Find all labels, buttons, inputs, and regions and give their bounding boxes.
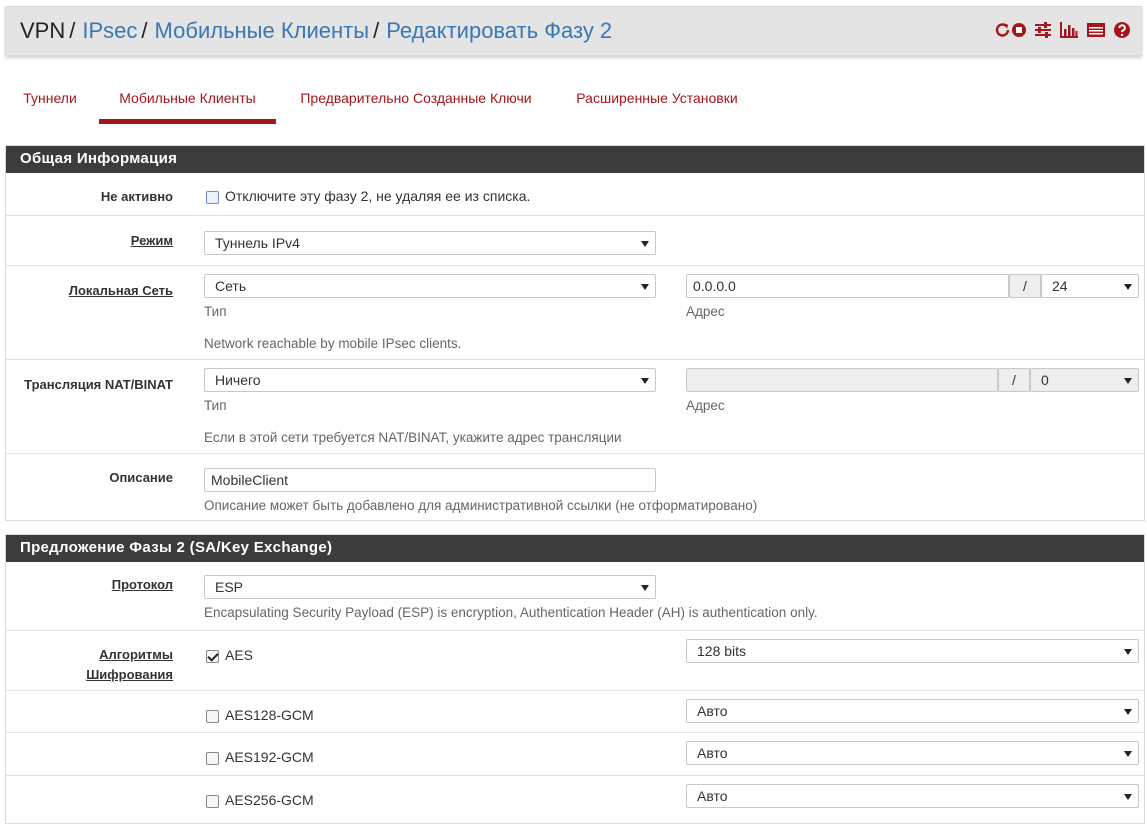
description-input[interactable]: MobileClient bbox=[204, 468, 656, 492]
tab-tunnels[interactable]: Туннели bbox=[12, 84, 88, 124]
aes-label: AES bbox=[225, 647, 254, 663]
disabled-text: Отключите эту фазу 2, не удаляя ее из сп… bbox=[225, 188, 531, 204]
tab-mobile-clients[interactable]: Мобильные Клиенты bbox=[99, 84, 276, 124]
description-help: Описание может быть добавлено для админи… bbox=[204, 498, 758, 513]
breadcrumb-separator: / bbox=[69, 18, 76, 43]
nat-row: Трансляция NAT/BINAT Ничего Тип / 0 Адре… bbox=[6, 359, 1144, 453]
aes-keylen-select[interactable]: 128 bits bbox=[686, 639, 1139, 663]
mode-select[interactable]: Туннель IPv4 bbox=[204, 231, 656, 255]
nat-address-caption: Адрес bbox=[686, 398, 725, 413]
breadcrumb-edit-phase2: Редактировать Фазу 2 bbox=[386, 18, 613, 43]
sliders-icon[interactable] bbox=[1034, 21, 1052, 39]
breadcrumb-separator: / bbox=[373, 18, 380, 43]
breadcrumb-ipsec[interactable]: IPsec bbox=[82, 20, 137, 42]
nat-address-input[interactable] bbox=[686, 368, 998, 392]
panel-title: Предложение Фазы 2 (SA/Key Exchange) bbox=[6, 535, 1144, 562]
reload-icon[interactable] bbox=[995, 21, 1027, 39]
aes192gcm-keylen-select[interactable]: Авто bbox=[686, 741, 1139, 765]
protocol-select[interactable]: ESP bbox=[204, 575, 656, 599]
nat-mask-select[interactable]: 0 bbox=[1030, 368, 1139, 392]
aes192gcm-row: AES192-GCM Авто bbox=[6, 732, 1144, 775]
header-icon-bar bbox=[995, 21, 1131, 39]
local-network-label: Локальная Сеть bbox=[68, 283, 173, 298]
breadcrumb-mobile-clients[interactable]: Мобильные Клиенты bbox=[155, 20, 370, 42]
aes128gcm-label: AES128-GCM bbox=[225, 707, 314, 723]
description-row: Описание MobileClient Описание может быт… bbox=[6, 453, 1144, 521]
breadcrumb-separator: / bbox=[141, 18, 148, 43]
tab-bar: Туннели Мобильные Клиенты Предварительно… bbox=[5, 84, 1142, 124]
tab-advanced-settings[interactable]: Расширенные Установки bbox=[565, 84, 749, 124]
aes256gcm-checkbox[interactable] bbox=[206, 795, 219, 808]
aes256gcm-label: AES256-GCM bbox=[225, 792, 314, 808]
local-network-row: Локальная Сеть Сеть Тип 0.0.0.0 / 24 Адр… bbox=[6, 265, 1144, 359]
aes-checkbox[interactable] bbox=[206, 650, 219, 663]
description-label: Описание bbox=[109, 470, 173, 485]
disabled-checkbox[interactable] bbox=[206, 191, 219, 204]
aes128gcm-checkbox[interactable] bbox=[206, 710, 219, 723]
local-network-address-caption: Адрес bbox=[686, 304, 725, 319]
nat-slash: / bbox=[998, 368, 1030, 392]
help-icon[interactable] bbox=[1113, 21, 1131, 39]
aes256gcm-keylen-select[interactable]: Авто bbox=[686, 784, 1139, 808]
bar-chart-icon[interactable] bbox=[1059, 21, 1079, 39]
local-network-address-input[interactable]: 0.0.0.0 bbox=[686, 274, 1009, 298]
local-network-mask-select[interactable]: 24 bbox=[1041, 274, 1139, 298]
mode-label: Режим bbox=[130, 233, 173, 248]
list-icon[interactable] bbox=[1086, 21, 1106, 39]
local-network-slash: / bbox=[1009, 274, 1041, 298]
aes128gcm-keylen-select[interactable]: Авто bbox=[686, 699, 1139, 723]
encryption-algorithms-label: Алгоритмы Шифрования bbox=[86, 647, 173, 682]
local-network-type-select[interactable]: Сеть bbox=[204, 274, 656, 298]
protocol-help: Encapsulating Security Payload (ESP) is … bbox=[204, 605, 818, 620]
nat-type-caption: Тип bbox=[204, 398, 227, 413]
aes128gcm-row: AES128-GCM Авто bbox=[6, 690, 1144, 732]
aes192gcm-checkbox[interactable] bbox=[206, 752, 219, 765]
disabled-row: Не активно Отключите эту фазу 2, не удал… bbox=[6, 173, 1144, 215]
nat-label: Трансляция NAT/BINAT bbox=[24, 377, 173, 392]
panel-title: Общая Информация bbox=[6, 146, 1144, 173]
page-header: VPN / IPsec / Мобильные Клиенты / Редакт… bbox=[5, 6, 1142, 56]
aes192gcm-label: AES192-GCM bbox=[225, 749, 314, 765]
general-info-panel: Общая Информация Не активно Отключите эт… bbox=[5, 145, 1145, 521]
phase2-proposal-panel: Предложение Фазы 2 (SA/Key Exchange) Про… bbox=[5, 534, 1145, 824]
disabled-label: Не активно bbox=[100, 189, 173, 204]
mode-row: Режим Туннель IPv4 bbox=[6, 215, 1144, 265]
local-network-type-caption: Тип bbox=[204, 304, 227, 319]
nat-help: Если в этой сети требуется NAT/BINAT, ук… bbox=[204, 430, 622, 445]
protocol-label: Протокол bbox=[111, 577, 173, 592]
breadcrumb-root: VPN bbox=[20, 18, 66, 43]
tab-pre-shared-keys[interactable]: Предварительно Созданные Ключи bbox=[289, 84, 543, 124]
protocol-row: Протокол ESP Encapsulating Security Payl… bbox=[6, 562, 1144, 630]
encryption-algorithms-row: Алгоритмы Шифрования AES 128 bits bbox=[6, 630, 1144, 690]
nat-type-select[interactable]: Ничего bbox=[204, 368, 656, 392]
local-network-help: Network reachable by mobile IPsec client… bbox=[204, 336, 462, 351]
